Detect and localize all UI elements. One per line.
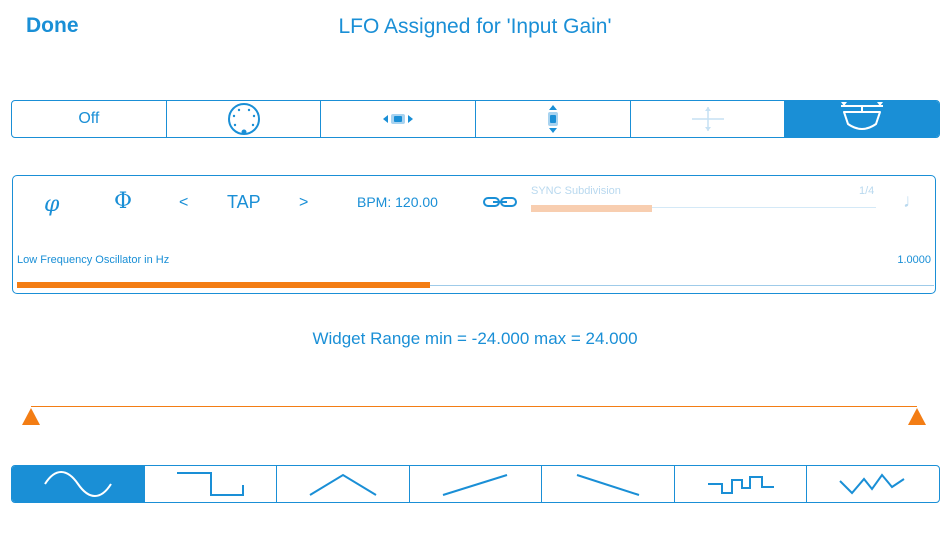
range-max-handle[interactable] bbox=[908, 408, 926, 425]
mode-off-button[interactable]: Off bbox=[12, 101, 166, 137]
sync-subdivision-fill bbox=[531, 205, 652, 212]
ramp-up-wave-icon bbox=[442, 474, 507, 496]
frequency-label: Low Frequency Oscillator in Hz bbox=[17, 254, 170, 266]
note-icon[interactable]: ♩ bbox=[903, 191, 922, 213]
range-gauge-icon bbox=[841, 102, 884, 130]
frequency-value: 1.0000 bbox=[897, 254, 931, 266]
range-min-handle[interactable] bbox=[22, 408, 40, 425]
waveform-random-step-button[interactable] bbox=[673, 466, 807, 502]
tempo-link-button[interactable] bbox=[482, 192, 518, 217]
triangle-wave-icon bbox=[309, 473, 377, 496]
ramp-down-wave-icon bbox=[576, 474, 640, 496]
vertical-slider-icon bbox=[547, 105, 558, 133]
waveform-ramp-up-button[interactable] bbox=[408, 466, 542, 502]
random-smooth-wave-icon bbox=[839, 473, 905, 495]
mode-vertical-slider-button[interactable] bbox=[475, 101, 630, 137]
sync-subdivision-label: SYNC Subdivision bbox=[531, 185, 621, 197]
mode-horizontal-slider-button[interactable] bbox=[320, 101, 475, 137]
frequency-slider-fill bbox=[17, 282, 430, 288]
range-slider-track[interactable] bbox=[31, 406, 917, 407]
waveform-triangle-button[interactable] bbox=[276, 466, 409, 502]
lfo-mode-selector: Off bbox=[11, 100, 940, 138]
bpm-readout: BPM: 120.00 bbox=[357, 194, 438, 210]
phase-reset-button[interactable]: φ bbox=[44, 192, 59, 217]
tempo-previous-button[interactable]: < bbox=[179, 194, 188, 212]
waveform-ramp-down-button[interactable] bbox=[541, 466, 674, 502]
waveform-random-smooth-button[interactable] bbox=[806, 466, 939, 502]
page-title: LFO Assigned for 'Input Gain' bbox=[338, 15, 612, 38]
sync-subdivision-value: 1/4 bbox=[859, 185, 875, 197]
xy-pad-icon bbox=[691, 107, 724, 131]
mode-knob-button[interactable] bbox=[165, 101, 321, 137]
waveform-sine-button[interactable] bbox=[12, 466, 144, 502]
tap-tempo-button[interactable]: TAP bbox=[227, 192, 261, 213]
mode-range-button[interactable] bbox=[784, 101, 939, 137]
square-wave-icon bbox=[177, 472, 245, 496]
knob-icon bbox=[227, 103, 260, 135]
link-icon bbox=[483, 197, 517, 207]
sine-wave-icon bbox=[43, 471, 112, 497]
random-step-wave-icon bbox=[707, 476, 774, 494]
waveform-selector bbox=[11, 465, 940, 503]
horizontal-slider-icon bbox=[383, 114, 414, 124]
waveform-square-button[interactable] bbox=[143, 466, 277, 502]
phase-sync-button[interactable]: Φ bbox=[114, 189, 132, 214]
widget-range-readout: Widget Range min = -24.000 max = 24.000 bbox=[312, 329, 638, 348]
tempo-next-button[interactable]: > bbox=[299, 194, 308, 212]
lfo-settings-panel: φ Φ < TAP > BPM: 120.00 SYNC Subdivision… bbox=[12, 175, 936, 294]
mode-xy-pad-button[interactable] bbox=[629, 101, 785, 137]
mode-off-label: Off bbox=[78, 110, 100, 127]
